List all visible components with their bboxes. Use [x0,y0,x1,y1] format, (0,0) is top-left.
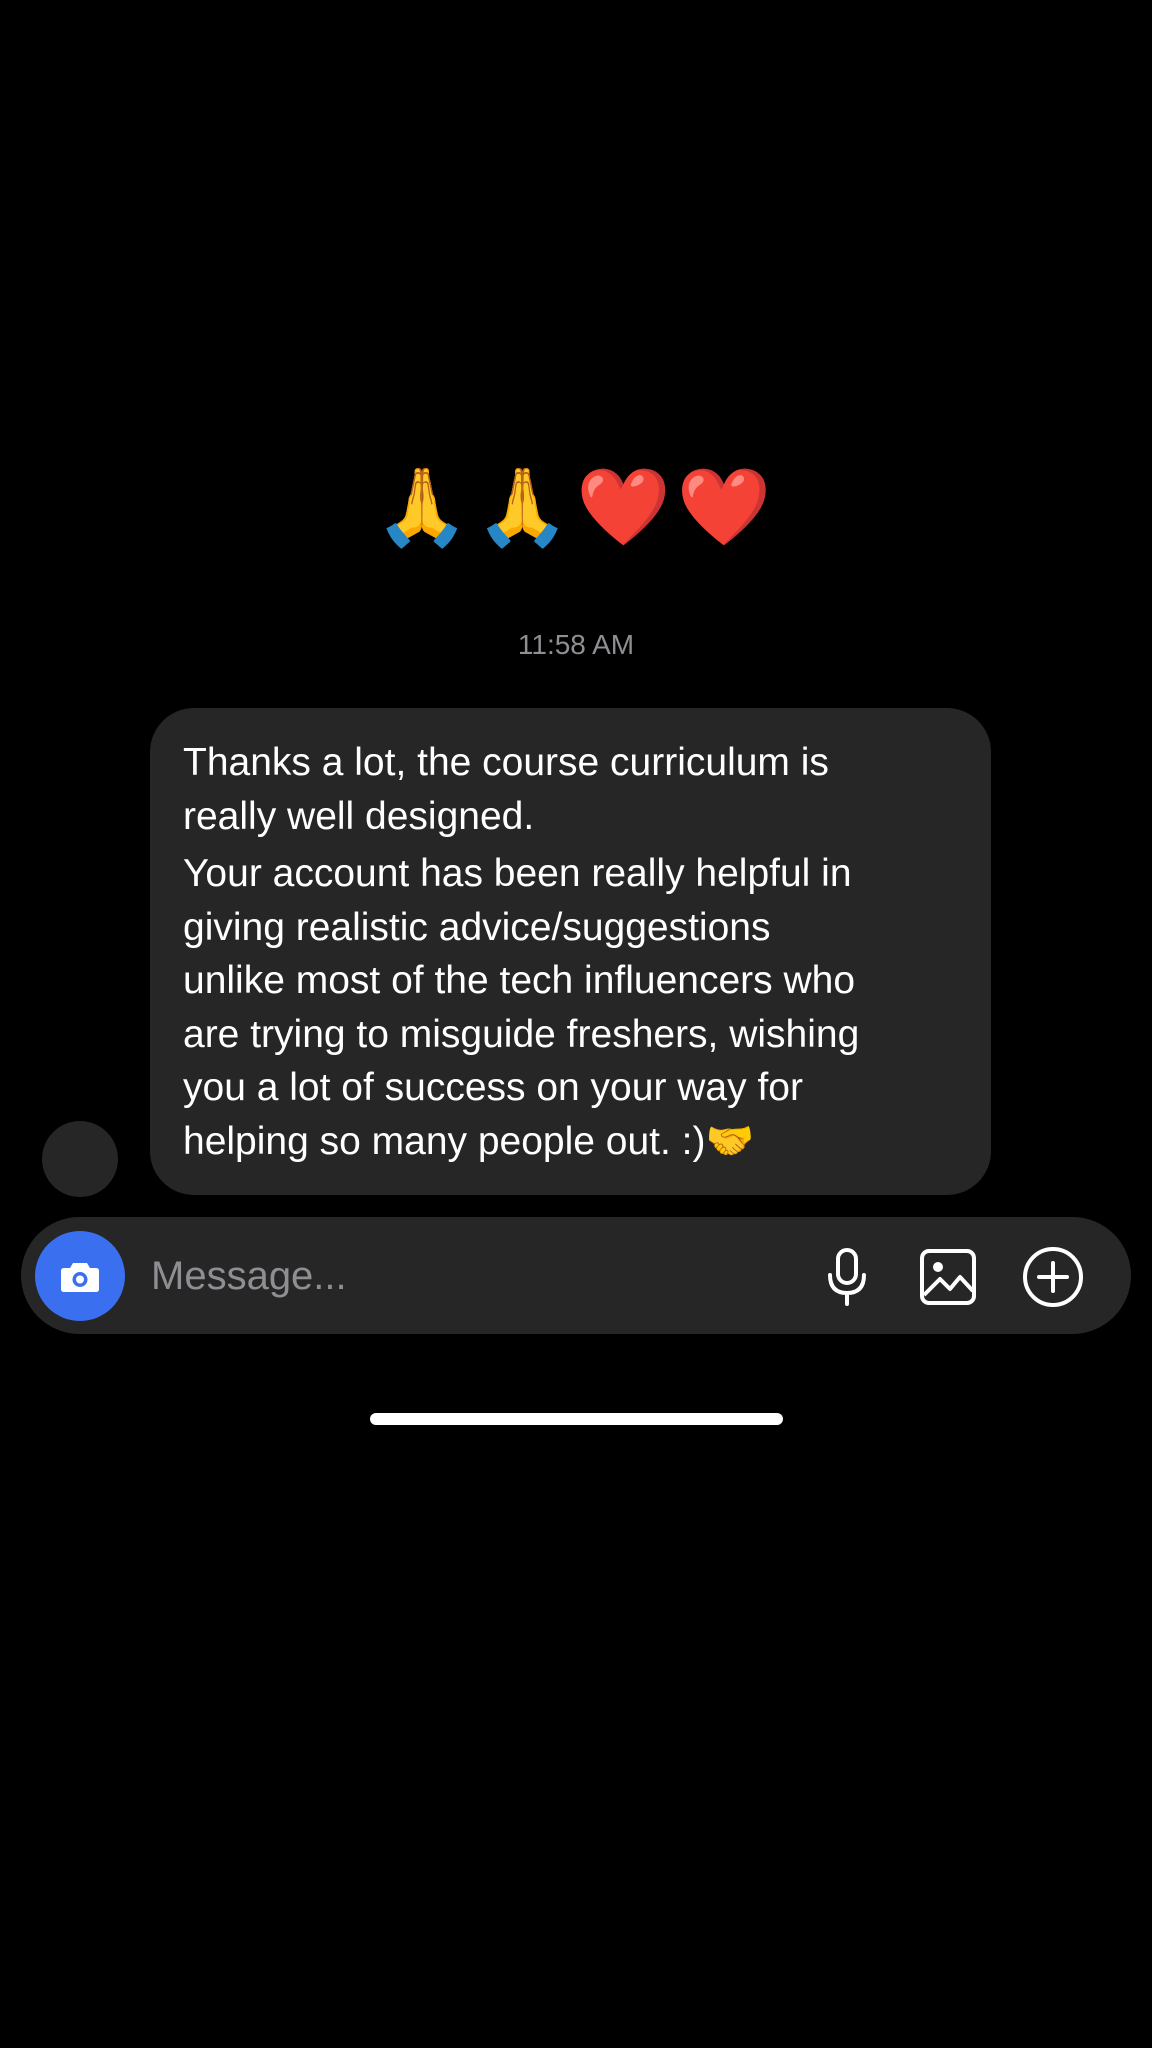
plus-circle-icon [1023,1247,1083,1307]
avatar[interactable] [42,1121,118,1197]
folded-hands-emoji: 🙏 [475,462,576,551]
gallery-button[interactable] [916,1245,980,1309]
folded-hands-emoji: 🙏 [374,462,476,551]
red-heart-emoji: ❤️ [676,462,778,551]
message-composer [21,1217,1131,1334]
message-input[interactable] [151,1250,651,1302]
camera-icon [61,1263,99,1292]
home-indicator[interactable] [370,1413,783,1425]
camera-button[interactable] [35,1231,125,1321]
message-text: Your account has been really helpful in … [183,852,860,1163]
reaction-emojis: 🙏🙏❤️❤️ [0,462,1152,552]
red-heart-emoji: ❤️ [576,462,677,551]
microphone-icon [828,1248,866,1306]
image-icon [920,1249,976,1305]
more-options-button[interactable] [1021,1245,1085,1309]
message-timestamp: 11:58 AM [517,629,635,660]
message-text: Thanks a lot, the course curriculum is r… [183,741,829,838]
microphone-button[interactable] [815,1245,879,1309]
message-bubble[interactable]: Thanks a lot, the course curriculum is r… [150,708,991,1195]
